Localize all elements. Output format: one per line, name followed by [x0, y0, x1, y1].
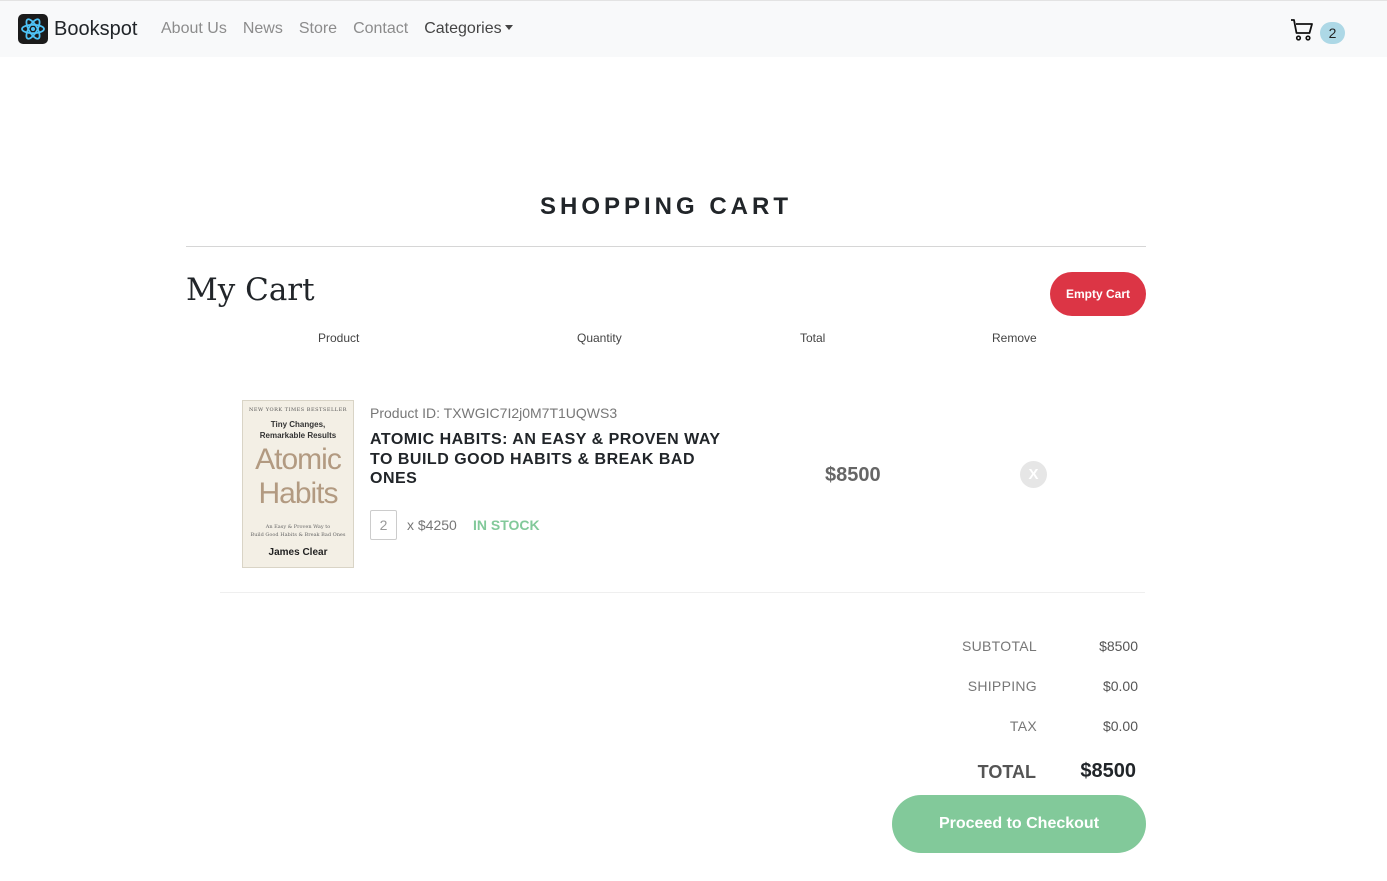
tax-value: $0.00: [1102, 718, 1138, 734]
brand[interactable]: Bookspot: [18, 14, 137, 44]
product-name[interactable]: ATOMIC HABITS: AN EASY & PROVEN WAY TO B…: [370, 430, 730, 489]
column-header-quantity: Quantity: [577, 331, 622, 345]
checkout-button[interactable]: Proceed to Checkout: [892, 795, 1146, 853]
navbar: Bookspot About Us News Store Contact Cat…: [0, 0, 1387, 57]
atom-logo-icon: [18, 14, 48, 44]
stock-status: IN STOCK: [473, 517, 540, 533]
cart-count-badge: 2: [1320, 21, 1345, 44]
page-title: SHOPPING CART: [539, 193, 792, 220]
nav-links: About Us News Store Contact Categories: [161, 20, 529, 38]
product-id: Product ID: TXWGIC7I2j0M7T1UQWS3: [370, 405, 618, 421]
column-header-total: Total: [800, 331, 826, 345]
subtotal-label: SUBTOTAL: [961, 638, 1037, 654]
line-total: $8500: [825, 464, 881, 486]
cart-icon: [1290, 18, 1314, 47]
total-label: TOTAL: [977, 762, 1036, 782]
empty-cart-button[interactable]: Empty Cart: [1050, 272, 1146, 316]
categories-label: Categories: [424, 20, 502, 37]
quantity-input[interactable]: 2: [370, 510, 397, 540]
row-divider: [220, 592, 1145, 593]
shipping-label: SHIPPING: [967, 678, 1037, 694]
cart-button[interactable]: 2: [1290, 18, 1345, 47]
cover-title: Atomic Habits: [255, 443, 342, 510]
section-title: My Cart: [186, 272, 315, 308]
brand-name: Bookspot: [54, 17, 138, 40]
remove-item-button[interactable]: X: [1020, 461, 1047, 488]
unit-price: x $4250: [407, 517, 457, 533]
nav-categories-dropdown[interactable]: Categories: [424, 20, 513, 38]
nav-contact[interactable]: Contact: [353, 20, 408, 38]
subtotal-value: $8500: [1099, 638, 1138, 654]
cover-tagline: An Easy & Proven Way to Build Good Habits…: [250, 524, 346, 538]
total-value: $8500: [1080, 760, 1136, 782]
book-cover-image: NEW YORK TIMES BESTSELLER Tiny Changes, R…: [242, 400, 354, 568]
shipping-value: $0.00: [1102, 678, 1138, 694]
caret-down-icon: [504, 25, 513, 30]
cover-subtitle: Tiny Changes, Remarkable Results: [259, 420, 337, 440]
nav-about-us[interactable]: About Us: [161, 20, 227, 38]
cover-author: James Clear: [268, 547, 328, 558]
column-header-remove: Remove: [992, 331, 1037, 345]
tax-label: TAX: [1009, 718, 1037, 734]
nav-store[interactable]: Store: [299, 20, 337, 38]
column-header-product: Product: [318, 331, 360, 345]
nav-news[interactable]: News: [243, 20, 283, 38]
cover-badge: NEW YORK TIMES BESTSELLER: [248, 407, 348, 413]
divider: [186, 246, 1146, 247]
